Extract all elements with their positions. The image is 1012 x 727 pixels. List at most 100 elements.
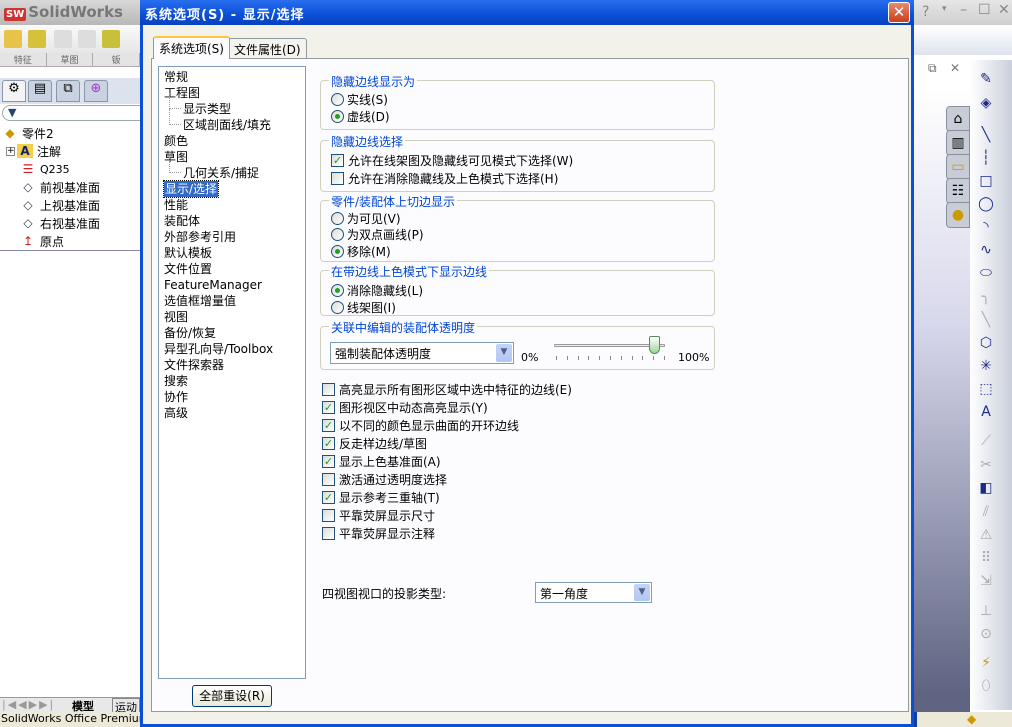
dropdown-icon[interactable]: ▾: [942, 4, 947, 14]
appearances-icon[interactable]: ●: [946, 202, 970, 228]
nav-item[interactable]: 区域剖面线/填充: [168, 109, 271, 133]
expand-icon[interactable]: +: [6, 146, 15, 156]
smart-dimension-icon[interactable]: [28, 30, 46, 48]
fix-icon[interactable]: ⊙: [976, 625, 996, 643]
nav-item[interactable]: 常规: [164, 69, 188, 85]
option-checkbox[interactable]: 高亮显示所有图形区域中选中特征的边线(E): [322, 381, 572, 397]
arc-icon[interactable]: ◝: [976, 218, 996, 236]
nav-item[interactable]: 异型孔向导/Toolbox: [164, 341, 273, 357]
sketch-3d-icon[interactable]: [4, 30, 22, 48]
resources-home-icon[interactable]: ⌂: [946, 106, 970, 132]
tree-item-front-plane[interactable]: ◇ 前视基准面: [20, 178, 100, 196]
projection-type-select[interactable]: 第一角度 ▼: [535, 582, 652, 603]
configuration-manager-tab-icon[interactable]: ⧉: [56, 80, 80, 102]
rectangle-icon[interactable]: □: [976, 172, 996, 190]
maximize-icon[interactable]: ☐: [978, 2, 991, 18]
nav-item[interactable]: 高级: [164, 405, 188, 421]
close-pane-icon[interactable]: ✕: [950, 61, 960, 75]
ellipse-icon[interactable]: ⬭: [976, 264, 996, 282]
trim-icon[interactable]: ⟋: [976, 432, 996, 450]
nav-item[interactable]: 装配体: [164, 213, 200, 229]
nav-item[interactable]: 文件探索器: [164, 357, 224, 373]
radio-removed[interactable]: 移除(M): [331, 243, 391, 259]
shape-icon[interactable]: ⬯: [976, 677, 996, 695]
nav-item[interactable]: 性能: [164, 197, 188, 213]
tab-features[interactable]: 特征: [0, 53, 47, 66]
fillet-icon[interactable]: ╮: [976, 288, 996, 306]
option-checkbox[interactable]: ✓ 显示参考三重轴(T): [322, 489, 440, 505]
line-icon[interactable]: ╲: [976, 126, 996, 144]
nav-item[interactable]: 显示/选择: [162, 180, 220, 198]
nav-item[interactable]: 搜索: [164, 373, 188, 389]
polygon-icon[interactable]: ⬡: [976, 334, 996, 352]
tab-document-properties[interactable]: 文件属性(D): [228, 38, 307, 58]
nav-item[interactable]: 几何关系/捕捉: [168, 157, 259, 181]
circle-icon[interactable]: ◯: [976, 195, 996, 213]
tree-item-origin[interactable]: ↥ 原点: [20, 232, 64, 250]
checkbox-allow-hlr-select[interactable]: 允许在消除隐藏线及上色模式下选择(H): [331, 170, 558, 186]
pattern-icon[interactable]: ⠿: [976, 549, 996, 567]
smart-dimension-icon[interactable]: ◈: [976, 94, 996, 112]
move-entities-icon[interactable]: ⇲: [976, 572, 996, 590]
radio-phantom[interactable]: 为双点画线(P): [331, 226, 424, 242]
option-checkbox[interactable]: 平靠荧屏显示尺寸: [322, 507, 435, 523]
spline-icon[interactable]: ∿: [976, 241, 996, 259]
slider-thumb[interactable]: [648, 336, 660, 354]
nav-item[interactable]: 备份/恢复: [164, 325, 216, 341]
option-checkbox[interactable]: ✓ 反走样边线/草图: [322, 435, 427, 451]
text-icon[interactable]: A: [976, 403, 996, 421]
sketch-icon[interactable]: ✎: [976, 70, 996, 88]
point-icon[interactable]: ✳: [976, 357, 996, 375]
dimxpert-tab-icon[interactable]: ⊕: [84, 80, 108, 102]
tree-item-top-plane[interactable]: ◇ 上视基准面: [20, 196, 100, 214]
offset-icon[interactable]: ⫽: [976, 503, 996, 521]
tab-sheetmetal[interactable]: 钣: [93, 53, 141, 66]
option-checkbox[interactable]: ✓ 图形视区中动态高亮显示(Y): [322, 399, 488, 415]
relations-icon[interactable]: ⊥: [976, 602, 996, 620]
feature-manager-tab-icon[interactable]: ⚙: [2, 80, 26, 102]
tab-sketch[interactable]: 草图: [47, 53, 94, 66]
nav-item[interactable]: 协作: [164, 389, 188, 405]
checkbox-allow-wireframe-select[interactable]: ✓ 允许在线架图及隐藏线可见模式下选择(W): [331, 152, 573, 168]
tab-system-options[interactable]: 系统选项(S): [153, 36, 230, 59]
radio-visible[interactable]: 为可见(V): [331, 210, 401, 226]
tree-item-part[interactable]: ◆ 零件2: [2, 124, 53, 142]
feature-icon[interactable]: [102, 30, 120, 48]
property-manager-tab-icon[interactable]: ▤: [28, 80, 52, 102]
nav-item[interactable]: 颜色: [164, 133, 188, 149]
option-checkbox[interactable]: ✓ 显示上色基准面(A): [322, 453, 441, 469]
centerline-icon[interactable]: ┆: [976, 149, 996, 167]
nav-item[interactable]: FeatureManager: [164, 277, 262, 293]
radio-dashed[interactable]: 虚线(D): [331, 108, 390, 124]
option-checkbox[interactable]: 平靠荧屏显示注释: [322, 525, 435, 541]
extrude-icon[interactable]: [54, 30, 72, 48]
nav-item[interactable]: 默认模板: [164, 245, 212, 261]
tree-item-right-plane[interactable]: ◇ 右视基准面: [20, 214, 100, 232]
revolve-icon[interactable]: [78, 30, 96, 48]
view-palette-icon[interactable]: ☷: [946, 178, 970, 204]
minimize-icon[interactable]: –: [960, 2, 967, 18]
file-explorer-icon[interactable]: ▭: [946, 154, 970, 180]
radio-wireframe[interactable]: 线架图(I): [331, 299, 396, 315]
reset-all-button[interactable]: 全部重设(R): [192, 685, 272, 707]
close-button[interactable]: ✕: [888, 2, 910, 23]
help-icon[interactable]: ?: [922, 4, 929, 20]
construction-geometry-icon[interactable]: ⬚: [976, 380, 996, 398]
mirror-icon[interactable]: ⚠: [976, 526, 996, 544]
rapid-sketch-icon[interactable]: ⚡: [976, 654, 996, 672]
transparency-select[interactable]: 强制装配体透明度 ▼: [330, 342, 514, 364]
nav-item[interactable]: 外部参考引用: [164, 229, 236, 245]
tree-filter-input[interactable]: ▼: [2, 105, 142, 121]
tree-item-annotations[interactable]: + A 注解: [6, 142, 61, 160]
radio-hlr[interactable]: 消除隐藏线(L): [331, 282, 423, 298]
radio-solid[interactable]: 实线(S): [331, 91, 388, 107]
chamfer-icon[interactable]: ╲: [976, 311, 996, 329]
tree-item-material[interactable]: ☰ Q235: [20, 160, 70, 178]
close-app-icon[interactable]: ✕: [998, 2, 1010, 18]
convert-entities-icon[interactable]: ◧: [976, 479, 996, 497]
nav-item[interactable]: 显示类型: [168, 93, 231, 117]
nav-item[interactable]: 文件位置: [164, 261, 212, 277]
nav-item[interactable]: 视图: [164, 309, 188, 325]
extend-icon[interactable]: ✂: [976, 456, 996, 474]
design-library-icon[interactable]: ▥: [946, 130, 970, 156]
